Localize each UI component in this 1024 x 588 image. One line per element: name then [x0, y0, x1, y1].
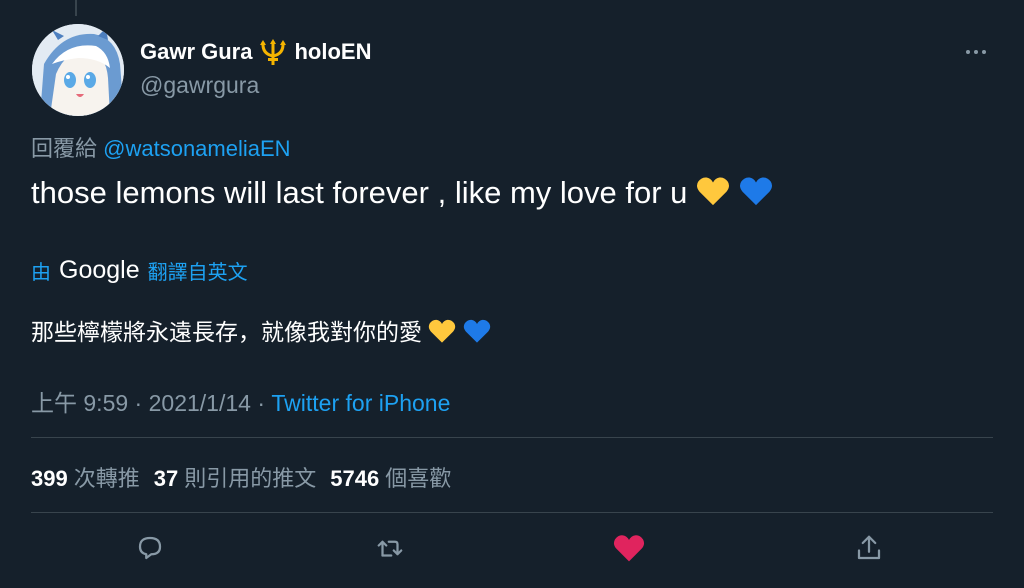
author-name-suffix[interactable]: holoEN [294, 39, 371, 65]
divider [31, 512, 993, 513]
retweets-count: 399 [31, 466, 68, 491]
translation-attribution[interactable]: 由 Google 翻譯自英文 [31, 256, 248, 285]
like-button[interactable] [611, 530, 647, 566]
avatar[interactable] [32, 24, 124, 116]
more-dot-icon [974, 50, 978, 54]
tweet-text: those lemons will last forever , like my… [31, 175, 688, 211]
heart-icon [613, 535, 645, 562]
likes-label: 個喜歡 [385, 466, 452, 491]
tweet-body: those lemons will last forever , like my… [31, 175, 773, 215]
tweet-date[interactable]: 2021/1/14 [149, 390, 251, 416]
reply-mention-link[interactable]: @watsonameliaEN [103, 136, 290, 161]
tweet-meta: 上午 9:59 · 2021/1/14 · Twitter for iPhone [31, 384, 450, 418]
reply-button[interactable] [132, 530, 168, 566]
likes-stat[interactable]: 5746 個喜歡 [330, 461, 451, 493]
avatar-image [32, 24, 124, 116]
reply-context: 回覆給 @watsonameliaEN [31, 131, 291, 163]
trident-icon [258, 38, 288, 66]
tweet-time[interactable]: 上午 9:59 [31, 390, 128, 416]
quotes-count: 37 [153, 466, 179, 491]
yellow-heart-icon [696, 175, 730, 215]
likes-count: 5746 [330, 466, 380, 491]
more-options-button[interactable] [966, 44, 996, 60]
quotes-label: 則引用的推文 [184, 466, 317, 491]
retweet-icon [377, 540, 403, 557]
translated-text: 那些檸檬將永遠長存，就像我對你的愛 [31, 319, 422, 345]
quotes-stat[interactable]: 37 則引用的推文 [154, 461, 317, 493]
thread-connector-line [75, 0, 77, 16]
tweet-stats: 399 次轉推 37 則引用的推文 5746 個喜歡 [31, 461, 451, 493]
action-bar [0, 530, 1024, 570]
more-dot-icon [966, 50, 970, 54]
blue-heart-icon [463, 318, 491, 350]
reply-prefix: 回覆給 [31, 136, 98, 161]
author-handle[interactable]: @gawrgura [140, 72, 259, 99]
share-icon [857, 535, 881, 560]
reply-icon [138, 536, 162, 560]
translation-by: 由 [31, 262, 51, 284]
translated-text-row: 那些檸檬將永遠長存，就像我對你的愛 [31, 313, 491, 350]
yellow-heart-icon [428, 318, 456, 350]
retweets-label: 次轉推 [73, 466, 140, 491]
blue-heart-icon [739, 175, 773, 215]
tweet-source-link[interactable]: Twitter for iPhone [271, 390, 450, 416]
meta-separator: · [257, 390, 265, 416]
share-button[interactable] [851, 530, 887, 566]
retweet-button[interactable] [372, 530, 408, 566]
divider [31, 437, 993, 438]
author-display-name[interactable]: Gawr Gura [140, 39, 252, 65]
more-dot-icon [982, 50, 986, 54]
retweets-stat[interactable]: 399 次轉推 [31, 461, 140, 493]
author-name-row[interactable]: Gawr Gura holoEN [140, 38, 371, 66]
google-logo: Google [59, 256, 140, 284]
meta-separator: · [134, 390, 143, 416]
translation-label[interactable]: 翻譯自英文 [148, 256, 248, 285]
